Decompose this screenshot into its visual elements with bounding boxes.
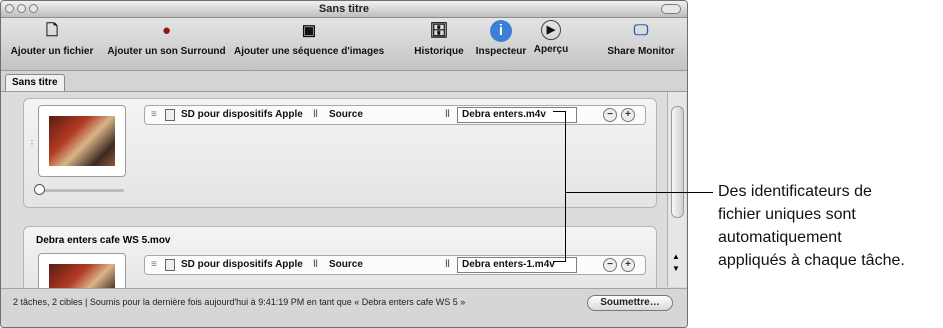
destination-name: Source [329,109,363,120]
callout-line [565,192,713,193]
callout-line-1: Des identificateurs de [718,183,872,200]
scroll-up-arrow-icon[interactable]: ▲ [672,252,680,261]
toolbar-toggle-button[interactable] [661,4,681,14]
setting-icon [165,259,175,271]
image-sequence-icon: ▣ [301,22,317,39]
callout-line-3: automatiquement [718,229,842,246]
frame-slider-knob[interactable] [34,184,45,195]
callout-line-2: fichier uniques sont [718,206,856,223]
target-row[interactable]: ≡ SD pour dispositifs Apple ‖ Source ‖ D… [144,255,646,275]
job-drag-handle-icon[interactable]: ⋮ [28,139,36,148]
add-file-icon: 🗋 [45,22,59,39]
tab-bar: Sans titre [1,71,687,92]
output-filename-field[interactable]: Debra enters.m4v [457,107,577,123]
callout-line [565,111,566,262]
output-filename-field[interactable]: Debra enters-1.m4v [457,257,577,273]
add-surround-label: Ajouter un son Surround [107,46,226,57]
info-icon: i [490,20,512,42]
inspector-button[interactable]: i Inspecteur [473,20,529,57]
callout-line-4: appliqués à chaque tâche. [718,252,905,269]
play-icon: ▶ [541,20,561,40]
share-monitor-button[interactable]: 🖵 Share Monitor [601,20,681,57]
video-frame-image [49,116,115,166]
callout-line [553,111,565,112]
batch-window-content: ⋮ ≡ SD pour dispositifs Apple ‖ Source ‖… [1,92,687,325]
destination-name: Source [329,259,363,270]
row-handle-icon: ≡ [151,109,157,120]
add-target-button[interactable]: + [621,258,635,272]
submit-button[interactable]: Soumettre… [587,295,673,311]
add-file-button[interactable]: 🗋 Ajouter un fichier [7,20,97,57]
setting-name: SD pour dispositifs Apple [181,259,303,270]
status-text: 2 tâches, 2 cibles | Soumis pour la dern… [13,297,466,307]
add-target-button[interactable]: + [621,108,635,122]
output-filename: Debra enters-1.m4v [462,259,555,270]
column-divider: ‖ [445,109,450,120]
column-divider: ‖ [313,109,318,120]
job-panel[interactable]: ⋮ ≡ SD pour dispositifs Apple ‖ Source ‖… [23,98,657,208]
window-title: Sans titre [318,3,370,15]
job-source-name: Debra enters cafe WS 5.mov [36,235,171,246]
status-bar: 2 tâches, 2 cibles | Soumis pour la dern… [1,288,687,327]
column-divider: ‖ [445,259,450,270]
share-monitor-icon: 🖵 [633,22,649,39]
title-bar: Sans titre [1,1,687,18]
add-surround-button[interactable]: ● Ajouter un son Surround [104,20,229,57]
add-image-sequence-button[interactable]: ▣ Ajouter une séquence d'images [234,20,384,57]
setting-name: SD pour dispositifs Apple [181,109,303,120]
callout-line [553,261,565,262]
tab-sans-titre[interactable]: Sans titre [5,74,65,91]
row-handle-icon: ≡ [151,259,157,270]
callout-text: Des identificateurs de fichier uniques s… [718,180,905,272]
scrollbar-thumb[interactable] [671,106,684,218]
job-thumbnail [38,105,126,177]
add-image-sequence-label: Ajouter une séquence d'images [234,46,385,57]
preview-label: Aperçu [533,44,569,55]
column-divider: ‖ [313,259,318,270]
preview-button[interactable]: ▶ Aperçu [531,20,571,55]
history-button[interactable]: 🗄 Historique [411,20,467,57]
remove-target-button[interactable]: − [603,108,617,122]
toolbar: 🗋 Ajouter un fichier ● Ajouter un son Su… [1,18,687,71]
remove-target-button[interactable]: − [603,258,617,272]
vertical-scrollbar[interactable]: ▲ ▼ [667,92,686,287]
inspector-label: Inspecteur [475,46,527,57]
history-drawer-icon: 🗄 [429,22,449,39]
share-monitor-label: Share Monitor [607,46,675,57]
setting-icon [165,109,175,121]
output-filename: Debra enters.m4v [462,109,546,120]
add-file-label: Ajouter un fichier [10,46,94,57]
target-row[interactable]: ≡ SD pour dispositifs Apple ‖ Source ‖ D… [144,105,646,125]
scroll-down-arrow-icon[interactable]: ▼ [672,264,680,273]
history-label: Historique [414,46,464,57]
frame-slider-track[interactable] [40,189,124,192]
compressor-window: Sans titre 🗋 Ajouter un fichier ● Ajoute… [0,0,688,328]
add-surround-icon: ● [161,22,172,39]
